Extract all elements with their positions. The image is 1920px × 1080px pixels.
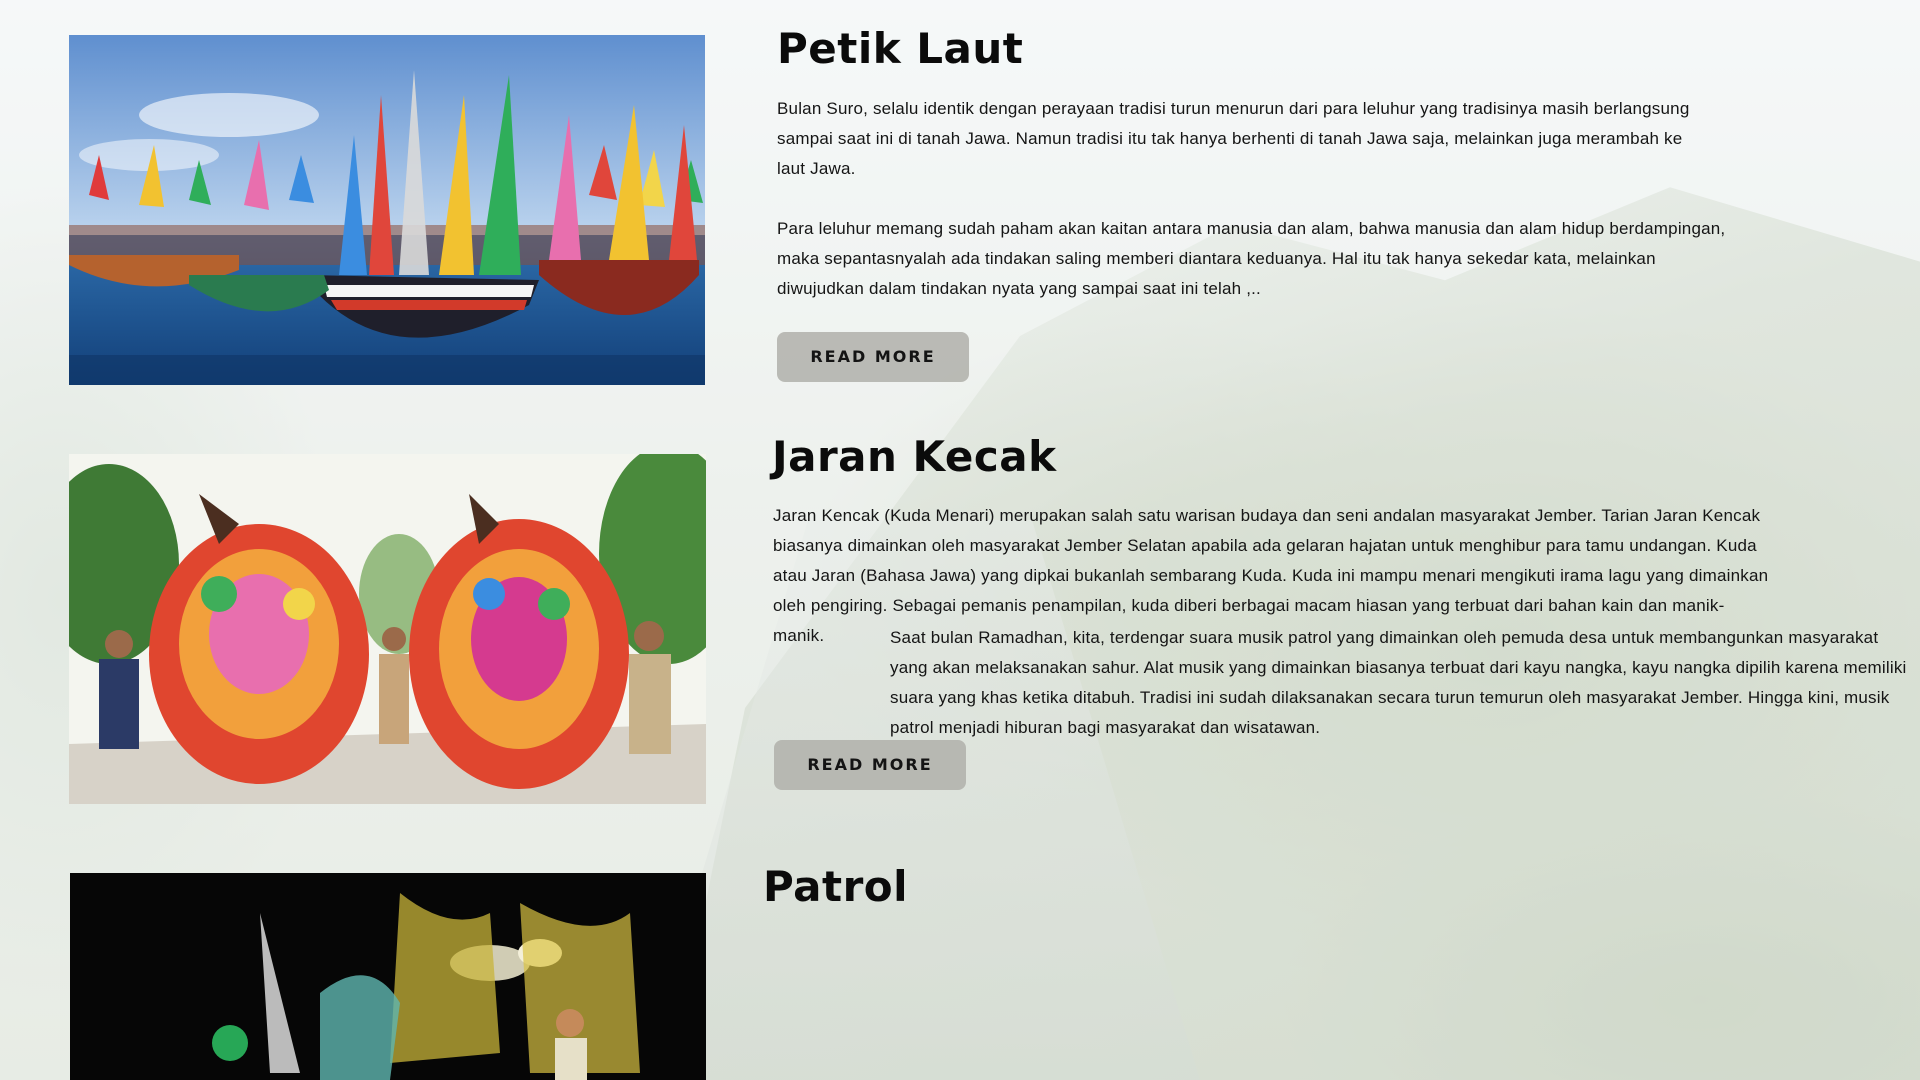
section-title: Patrol [763, 862, 909, 911]
read-more-button[interactable]: READ MORE [777, 332, 969, 382]
section-paragraph: Para leluhur memang sudah paham akan kai… [777, 219, 1726, 298]
section-title: Jaran Kecak [772, 432, 1057, 481]
read-more-button[interactable]: READ MORE [774, 740, 966, 790]
section-title: Petik Laut [777, 24, 1024, 73]
section-paragraph: Saat bulan Ramadhan, kita, terdengar sua… [890, 628, 1907, 737]
section-paragraph: Bulan Suro, selalu identik dengan peraya… [777, 99, 1690, 178]
decorated-fishing-boats-photo [69, 35, 705, 385]
night-patrol-parade-photo [70, 873, 706, 1080]
dancing-horses-costume-photo [69, 454, 706, 804]
